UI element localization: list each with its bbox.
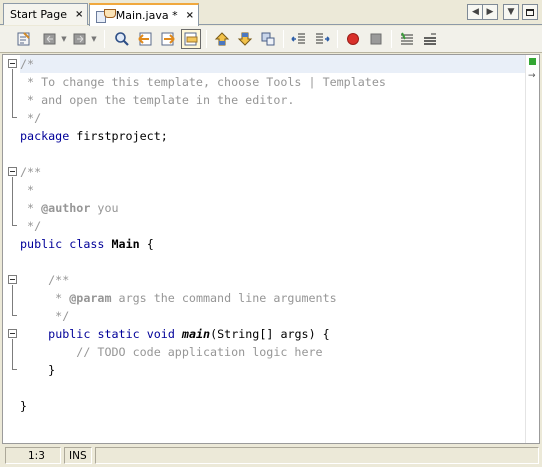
code-line: public class Main { <box>20 237 154 251</box>
close-tab-icon[interactable]: × <box>186 10 194 21</box>
shift-left-icon <box>291 33 305 44</box>
previous-bookmark-button[interactable] <box>212 29 232 49</box>
code-line: public static void main(String[] args) { <box>48 327 330 341</box>
code-line: * @author you <box>20 201 119 215</box>
fold-collapse-icon[interactable] <box>8 329 17 338</box>
code-line: * and open the template in the editor. <box>20 93 295 107</box>
toggle-highlight-search-icon <box>184 32 198 46</box>
code-area[interactable]: /* * To change this template, choose Too… <box>20 55 526 443</box>
find-next-button[interactable] <box>158 29 178 49</box>
tab-main-java[interactable]: Main.java * × <box>89 3 199 26</box>
next-bookmark-button[interactable] <box>235 29 255 49</box>
code-line: /** <box>20 165 42 179</box>
code-line: * @param args the command line arguments <box>20 291 337 305</box>
code-line: * To change this template, choose Tools … <box>20 75 386 89</box>
caret-position-icon: → <box>528 71 536 81</box>
code-line: */ <box>20 111 42 125</box>
fold-collapse-icon[interactable] <box>8 275 17 284</box>
fold-gutter <box>3 55 20 443</box>
code-line: */ <box>20 309 70 323</box>
code-line: /* <box>20 55 526 73</box>
document-list-button[interactable]: ▼ <box>503 4 519 20</box>
find-previous-button[interactable] <box>135 29 155 49</box>
tab-label: Start Page <box>10 8 67 21</box>
chevron-down-icon: ▼ <box>507 7 515 17</box>
editor-tab-bar: Start Page × Main.java * × ◀ ▶ ▼ <box>0 0 542 26</box>
arrow-left-icon: ◀ <box>472 7 479 17</box>
comment-button[interactable] <box>397 29 417 49</box>
shift-line-left-button[interactable] <box>289 29 309 49</box>
shift-right-icon <box>316 33 330 44</box>
toggle-bookmark-button[interactable] <box>258 29 278 49</box>
previous-bookmark-icon <box>214 32 230 46</box>
java-file-icon <box>96 8 116 23</box>
back-icon <box>43 33 56 45</box>
back-dropdown[interactable]: ▼ <box>60 29 68 49</box>
caret-position: 1:3 <box>5 447 61 464</box>
status-message <box>95 447 539 464</box>
stop-macro-icon <box>370 33 382 45</box>
code-line: // TODO code application logic here <box>20 345 323 359</box>
insert-mode[interactable]: INS <box>64 447 92 464</box>
back-button[interactable] <box>40 29 60 49</box>
code-line: /** <box>20 273 70 287</box>
forward-button[interactable] <box>70 29 90 49</box>
find-selection-icon <box>115 32 129 46</box>
code-line: package firstproject; <box>20 129 168 143</box>
last-edit-icon <box>17 32 30 46</box>
error-stripe[interactable]: → <box>525 55 539 443</box>
code-line: } <box>20 363 56 377</box>
forward-icon <box>73 33 86 45</box>
find-previous-icon <box>138 32 152 46</box>
find-selection-button[interactable] <box>112 29 132 49</box>
shift-line-right-button[interactable] <box>312 29 332 49</box>
editor-toolbar: ▼ ▼ <box>0 26 542 53</box>
uncomment-button[interactable] <box>420 29 440 49</box>
tab-start-page[interactable]: Start Page × <box>3 3 88 25</box>
status-bar: 1:3 INS <box>0 445 542 467</box>
close-tab-icon[interactable]: × <box>75 9 83 20</box>
scroll-tabs-left-button[interactable]: ◀ <box>467 4 483 20</box>
maximize-window-button[interactable] <box>522 4 538 20</box>
no-errors-icon <box>529 58 536 65</box>
code-editor[interactable]: /* * To change this template, choose Too… <box>2 54 540 444</box>
maximize-icon <box>526 8 534 16</box>
toggle-bookmark-icon <box>261 32 275 46</box>
code-line: * <box>20 183 35 197</box>
tab-label: Main.java * <box>115 9 178 22</box>
fold-collapse-icon[interactable] <box>8 59 17 68</box>
next-bookmark-icon <box>237 32 253 46</box>
arrow-right-icon: ▶ <box>486 7 494 17</box>
start-macro-recording-button[interactable] <box>343 29 363 49</box>
record-macro-icon <box>347 33 359 45</box>
forward-dropdown[interactable]: ▼ <box>90 29 98 49</box>
uncomment-icon <box>424 33 436 45</box>
scroll-tabs-right-button[interactable]: ▶ <box>482 4 498 20</box>
code-line: } <box>20 399 28 413</box>
fold-collapse-icon[interactable] <box>8 167 17 176</box>
toggle-highlight-search-button[interactable] <box>181 29 201 49</box>
last-edit-button[interactable] <box>14 29 34 49</box>
comment-icon <box>401 32 413 45</box>
stop-macro-recording-button[interactable] <box>366 29 386 49</box>
find-next-icon <box>161 32 175 46</box>
code-line: */ <box>20 219 42 233</box>
